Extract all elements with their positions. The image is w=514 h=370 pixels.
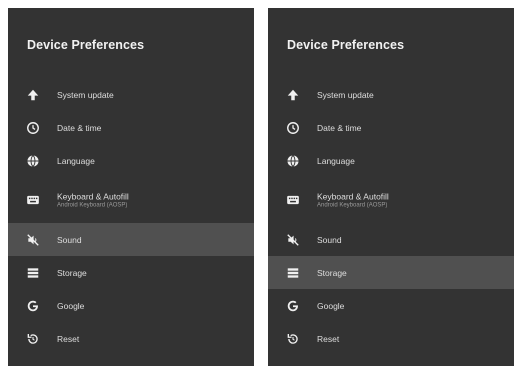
menu-item-label: Google xyxy=(317,300,345,311)
menu-item-date-time[interactable]: Date & time xyxy=(8,111,254,144)
menu-item-label: Date & time xyxy=(57,122,102,133)
menu-item-label: Sound xyxy=(57,234,82,245)
google-icon xyxy=(285,298,301,314)
menu-item-google[interactable]: Google xyxy=(268,289,514,322)
sound-muted-icon xyxy=(285,232,301,248)
menu-item-label: Keyboard & Autofill xyxy=(57,191,129,202)
google-icon xyxy=(25,298,41,314)
menu-item-label: Keyboard & Autofill xyxy=(317,191,389,202)
menu-item-language[interactable]: Language xyxy=(268,144,514,177)
menu-item-system-update[interactable]: System update xyxy=(268,78,514,111)
menu-item-sound[interactable]: Sound xyxy=(268,223,514,256)
clock-icon xyxy=(25,120,41,136)
storage-icon xyxy=(25,265,41,281)
menu-item-label: Google xyxy=(57,300,85,311)
device-preferences-panel-right: Device Preferences System update Date & … xyxy=(268,8,514,366)
menu-item-reset[interactable]: Reset xyxy=(268,322,514,355)
settings-menu: System update Date & time Language Keybo… xyxy=(268,78,514,355)
page-title: Device Preferences xyxy=(27,38,145,52)
storage-icon xyxy=(285,265,301,281)
menu-item-keyboard-autofill[interactable]: Keyboard & Autofill Android Keyboard (AO… xyxy=(268,177,514,223)
menu-item-system-update[interactable]: System update xyxy=(8,78,254,111)
menu-item-label: System update xyxy=(317,89,374,100)
menu-item-reset[interactable]: Reset xyxy=(8,322,254,355)
sound-muted-icon xyxy=(25,232,41,248)
menu-item-label: Language xyxy=(57,155,95,166)
clock-icon xyxy=(285,120,301,136)
menu-item-label: System update xyxy=(57,89,114,100)
menu-item-language[interactable]: Language xyxy=(8,144,254,177)
menu-item-sound[interactable]: Sound xyxy=(8,223,254,256)
menu-item-label: Reset xyxy=(57,333,80,344)
menu-item-label: Storage xyxy=(57,267,87,278)
menu-item-label: Reset xyxy=(317,333,340,344)
globe-icon xyxy=(285,153,301,169)
menu-item-keyboard-autofill[interactable]: Keyboard & Autofill Android Keyboard (AO… xyxy=(8,177,254,223)
menu-item-label: Sound xyxy=(317,234,342,245)
menu-item-label: Storage xyxy=(317,267,347,278)
page-title: Device Preferences xyxy=(287,38,405,52)
keyboard-icon xyxy=(25,192,41,208)
menu-item-sublabel: Android Keyboard (AOSP) xyxy=(317,202,388,209)
settings-menu: System update Date & time Language Keybo… xyxy=(8,78,254,355)
menu-item-storage[interactable]: Storage xyxy=(8,256,254,289)
menu-item-sublabel: Android Keyboard (AOSP) xyxy=(57,202,128,209)
menu-item-storage[interactable]: Storage xyxy=(268,256,514,289)
reset-icon xyxy=(25,331,41,347)
menu-item-label: Date & time xyxy=(317,122,362,133)
menu-item-date-time[interactable]: Date & time xyxy=(268,111,514,144)
arrow-up-icon xyxy=(285,87,301,103)
menu-item-label: Language xyxy=(317,155,355,166)
menu-item-google[interactable]: Google xyxy=(8,289,254,322)
arrow-up-icon xyxy=(25,87,41,103)
device-preferences-panel-left: Device Preferences System update Date & … xyxy=(8,8,254,366)
reset-icon xyxy=(285,331,301,347)
keyboard-icon xyxy=(285,192,301,208)
globe-icon xyxy=(25,153,41,169)
